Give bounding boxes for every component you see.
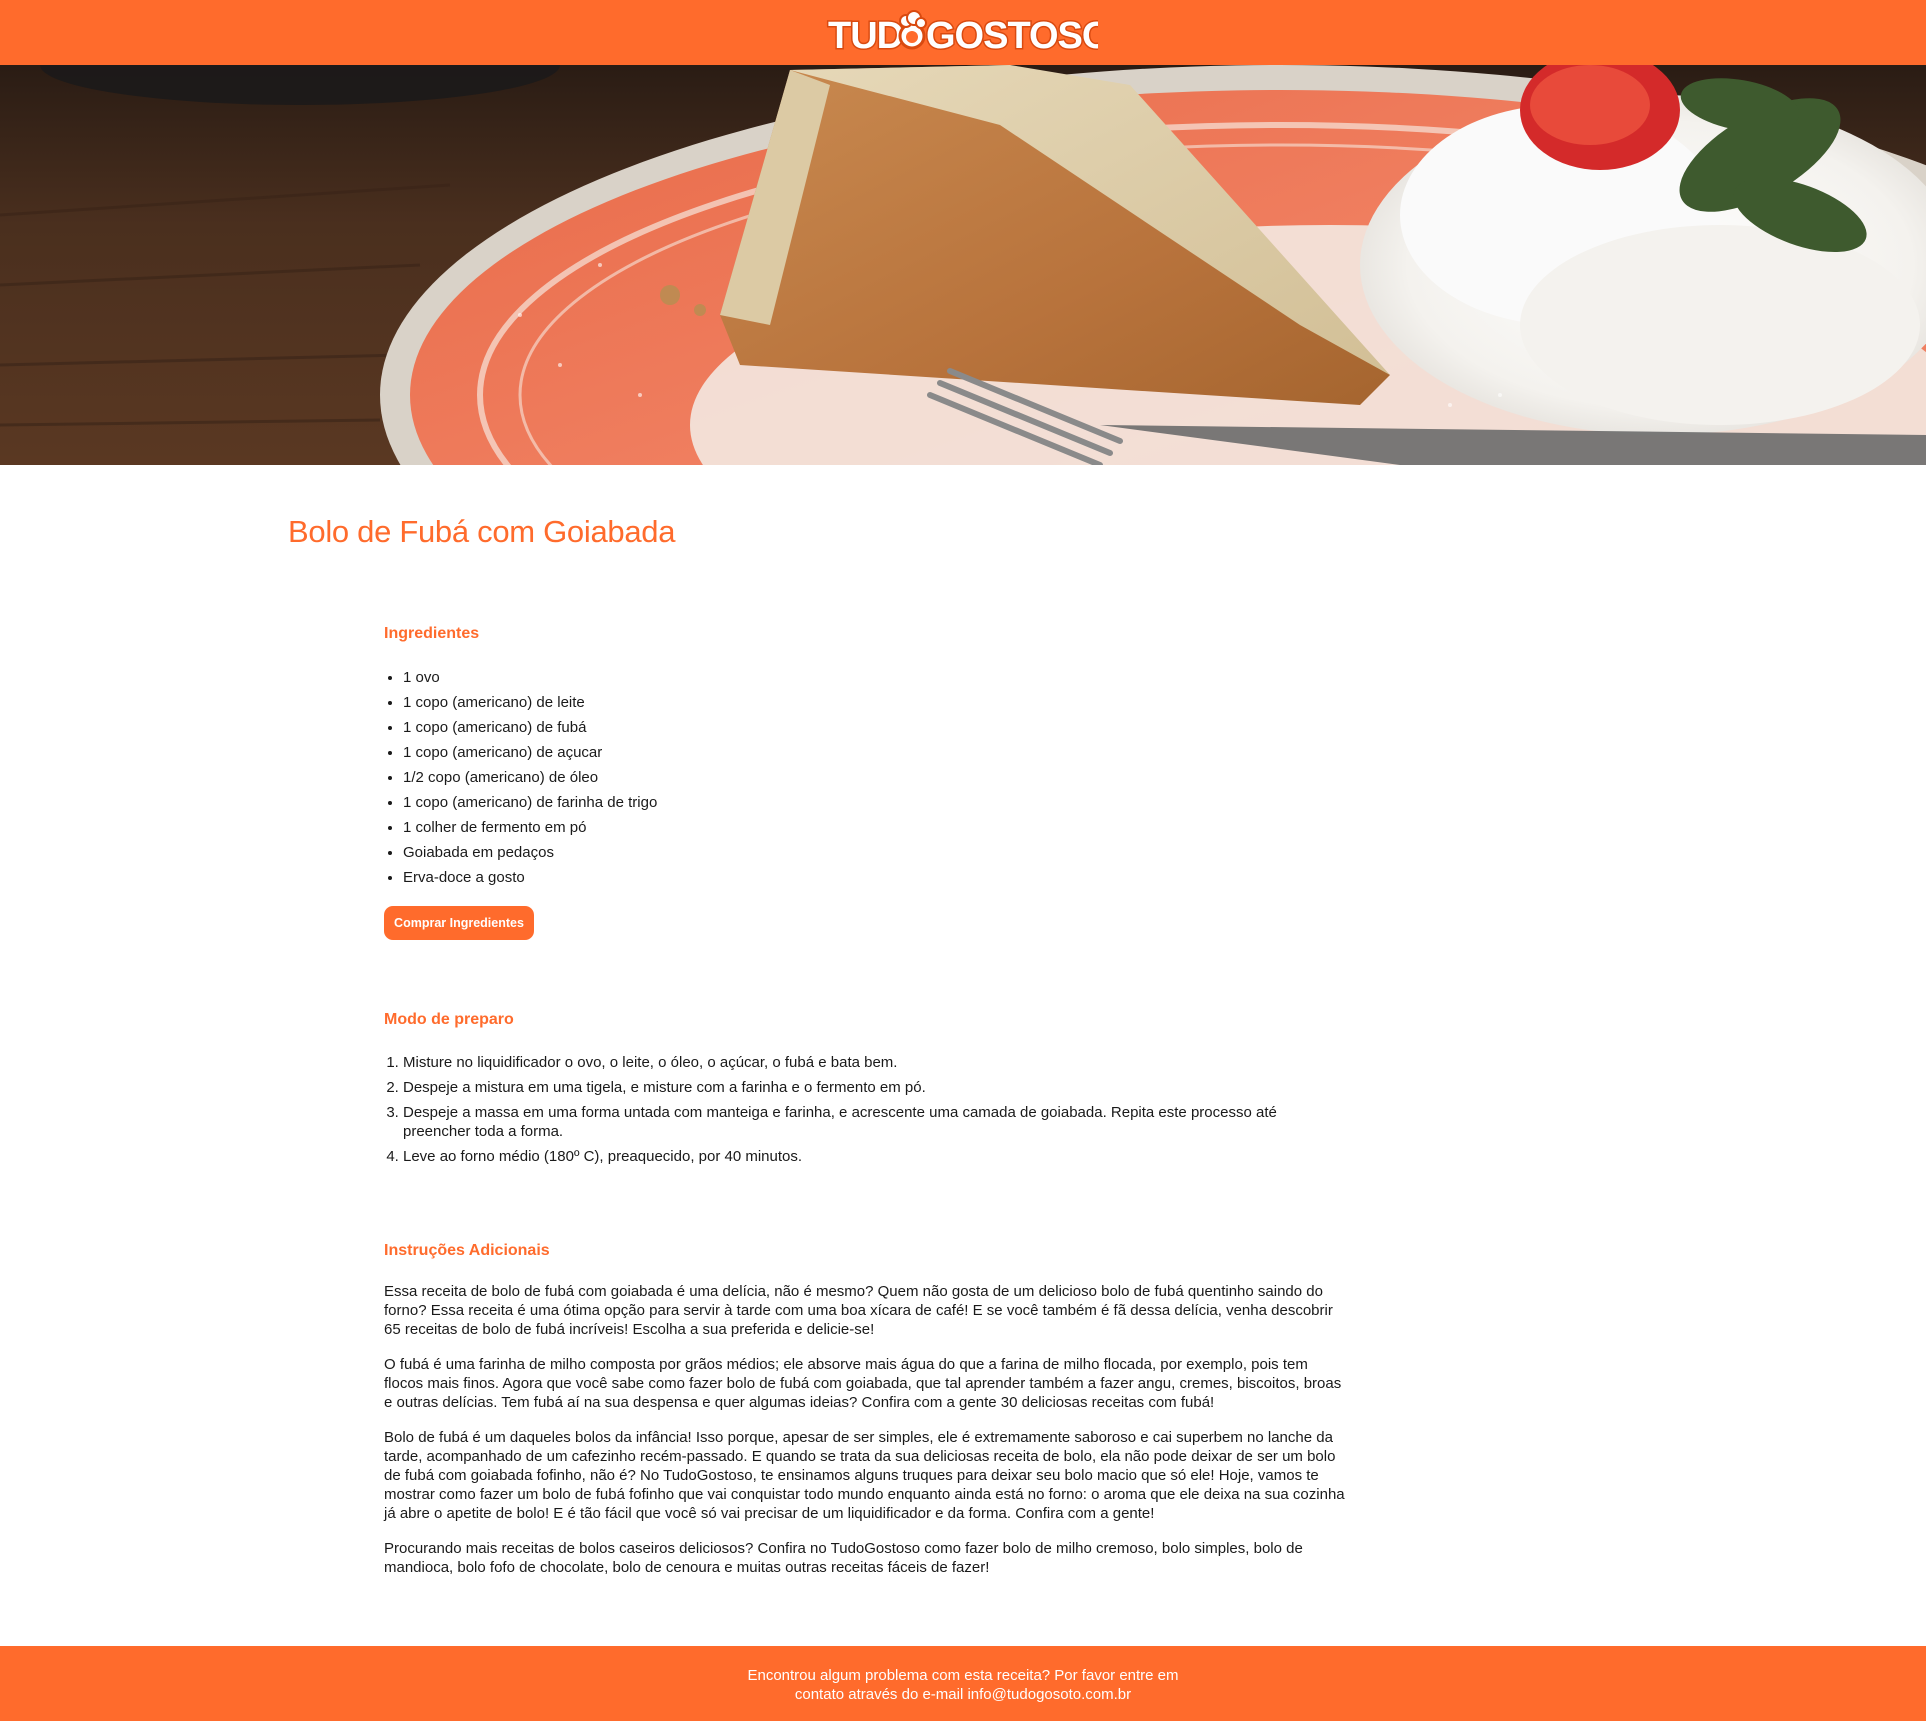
ingredient-item: 1 copo (americano) de farinha de trigo (403, 790, 657, 815)
preparo-step: Despeje a massa em uma forma untada com … (403, 1103, 1331, 1141)
preparo-heading: Modo de preparo (384, 1011, 514, 1028)
adicionais-paragraph: O fubá é uma farinha de milho composta p… (384, 1356, 1342, 1411)
adicionais-paragraph: Bolo de fubá é um daqueles bolos da infâ… (384, 1429, 1345, 1522)
adicionais-text: Essa receita de bolo de fubá com goiabad… (384, 1282, 1346, 1593)
cake-slice-photo (0, 65, 1926, 465)
svg-text:GOSTOSO: GOSTOSO (926, 15, 1098, 56)
ingredient-item: 1/2 copo (americano) de óleo (403, 765, 657, 790)
preparo-step: Misture no liquidificador o ovo, o leite… (403, 1053, 1331, 1072)
ingredient-item: 1 copo (americano) de fubá (403, 715, 657, 740)
logo-graphic: TUD GOSTOSO (827, 10, 1098, 56)
svg-text:TUD: TUD (828, 15, 903, 56)
buy-ingredients-button[interactable]: Comprar Ingredientes (384, 906, 534, 940)
recipe-title: Bolo de Fubá com Goiabada (288, 514, 676, 549)
hero-image (0, 65, 1926, 465)
site-header: TUDOGOSTOSO TUD GOSTOSO (0, 0, 1926, 65)
adicionais-paragraph: Procurando mais receitas de bolos caseir… (384, 1540, 1303, 1576)
preparo-step: Leve ao forno médio (180º C), preaquecid… (403, 1147, 1331, 1166)
site-footer: Encontrou algum problema com esta receit… (0, 1646, 1926, 1721)
ingredient-item: 1 colher de fermento em pó (403, 815, 657, 840)
ingredient-item: Goiabada em pedaços (403, 840, 657, 865)
adicionais-paragraph: Essa receita de bolo de fubá com goiabad… (384, 1283, 1333, 1338)
ingredient-item: 1 ovo (403, 665, 657, 690)
ingredients-heading: Ingredientes (384, 625, 480, 642)
adicionais-heading: Instruções Adicionais (384, 1242, 550, 1259)
site-logo[interactable]: TUDOGOSTOSO TUD GOSTOSO (826, 10, 1098, 56)
ingredient-item: 1 copo (americano) de açucar (403, 740, 657, 765)
ingredient-item: 1 copo (americano) de leite (403, 690, 657, 715)
ingredient-item: Erva-doce a gosto (403, 865, 657, 890)
footer-line-1: Encontrou algum problema com esta receit… (747, 1667, 1179, 1684)
chef-hat-icon (898, 10, 927, 50)
preparo-step: Despeje a mistura em uma tigela, e mistu… (403, 1078, 1331, 1097)
ingredients-list: 1 ovo 1 copo (americano) de leite 1 copo… (384, 665, 657, 890)
footer-line-2[interactable]: contato através do e-mail info@tudogosot… (0, 1685, 1926, 1704)
footer-contact-text: Encontrou algum problema com esta receit… (0, 1666, 1926, 1704)
preparo-steps-list: Misture no liquidificador o ovo, o leite… (384, 1053, 1331, 1172)
